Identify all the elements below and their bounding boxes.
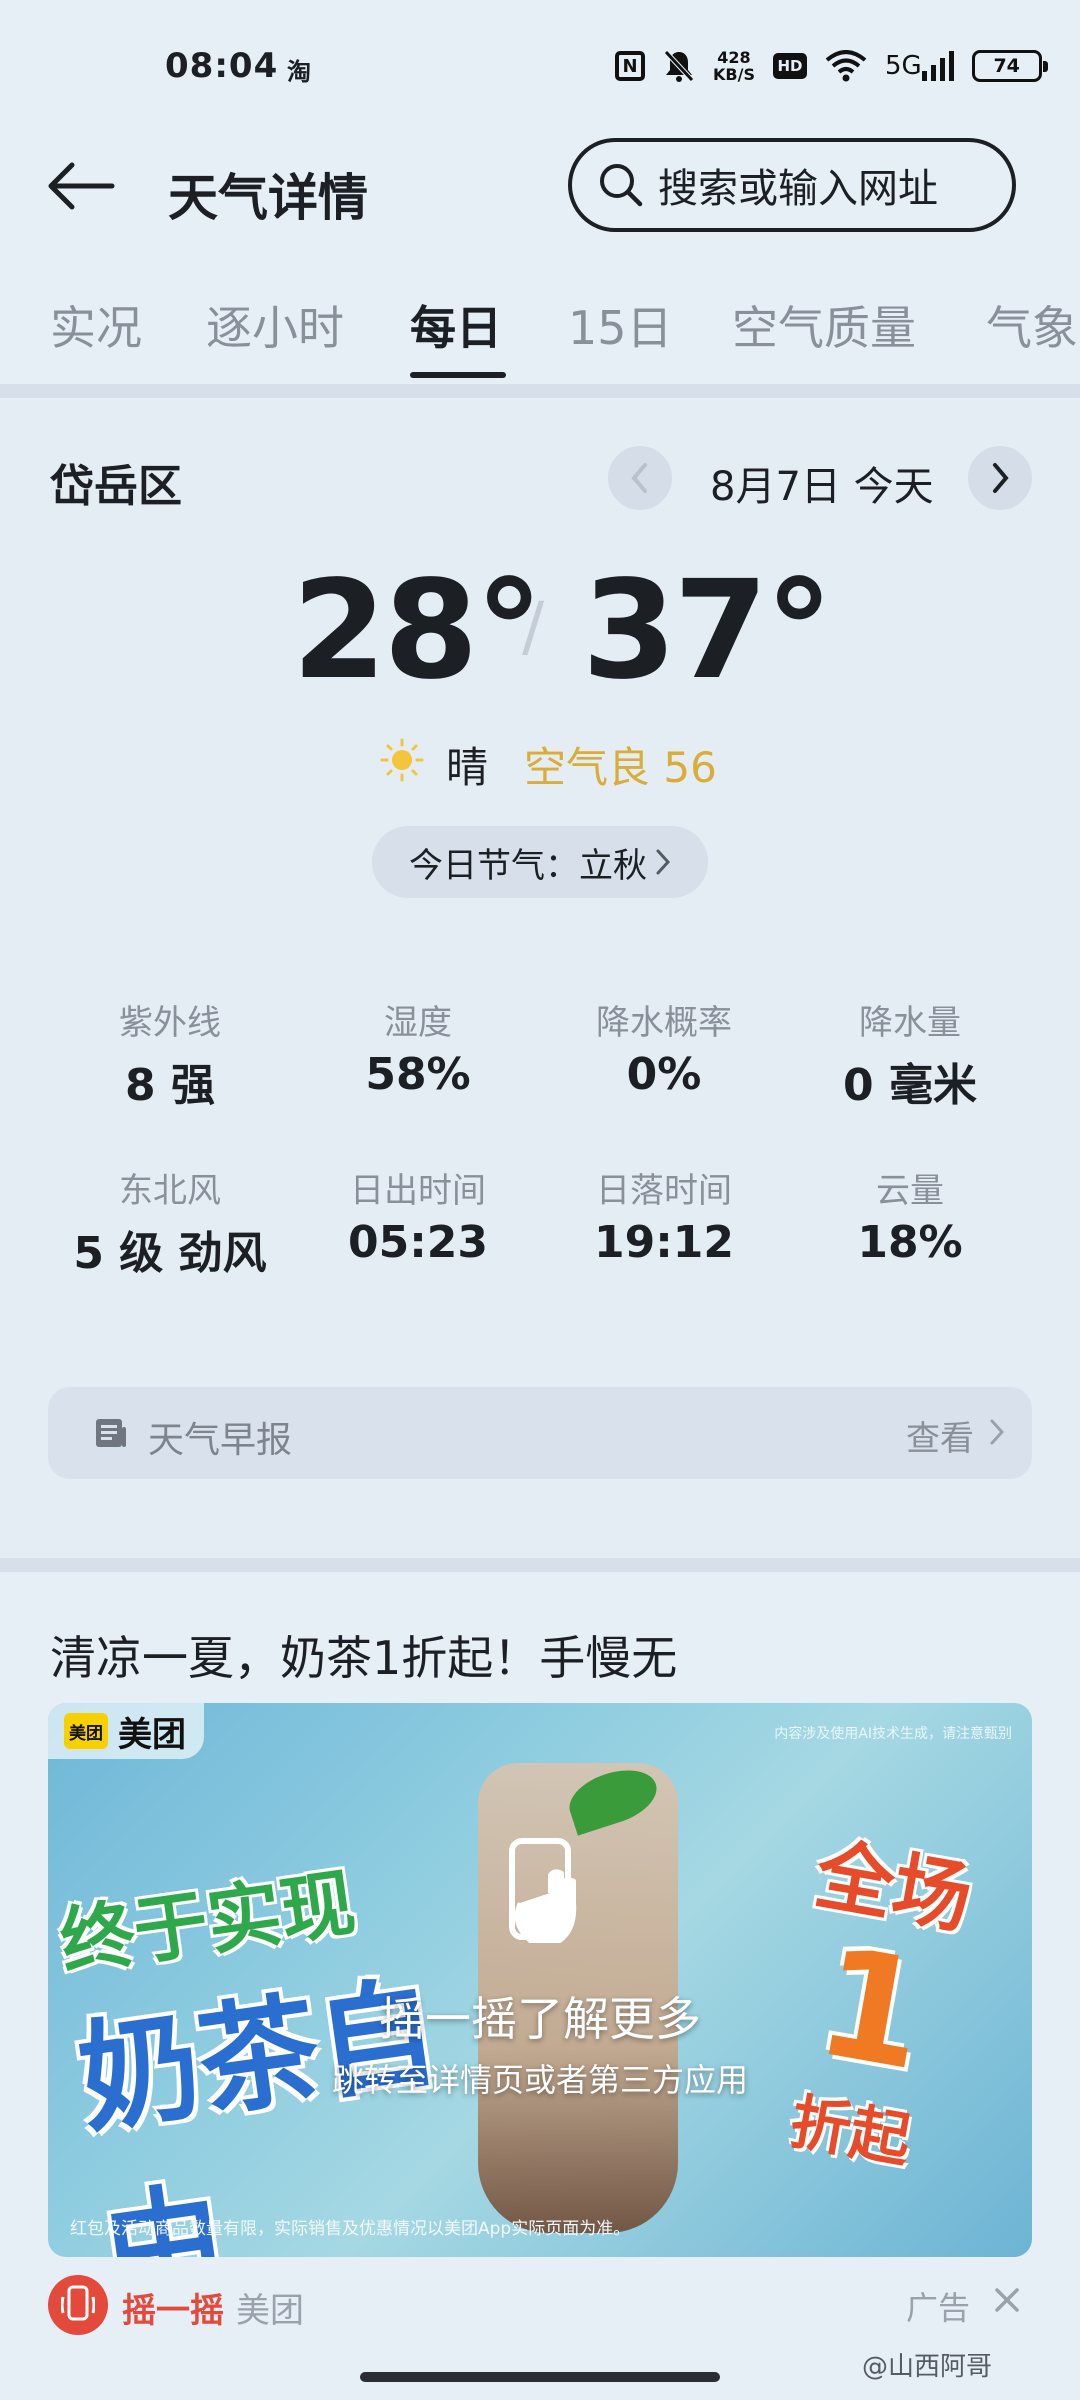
tab-air-quality[interactable]: 空气质量 [732,292,916,358]
status-time: 08:04 [165,46,279,86]
temp-separator: / [522,588,545,665]
temp-high: 37° [582,552,833,710]
metric-label: 紫外线 [119,1003,221,1043]
active-tab-indicator [410,372,506,378]
battery-level: 74 [993,55,1020,77]
tab-live[interactable]: 实况 [50,292,142,358]
back-button[interactable] [46,150,126,222]
metric-value: 19:12 [593,1217,735,1268]
signal-icon: 5G [885,51,954,81]
status-icons: N 428 KB/S HD 5G 74 [615,44,1048,88]
network-type: 5G [884,51,922,81]
newspaper-icon [96,1419,126,1447]
shake-action-label[interactable]: 摇一摇 [122,2283,224,2332]
tab-daily[interactable]: 每日 [410,292,502,358]
solar-term-label: 今日节气：立秋 [409,845,647,886]
status-bar: 08:04 淘 N 428 KB/S HD 5G 74 [0,0,1080,130]
watermark: @山西阿哥 [862,2352,993,2382]
metric-value: 0% [626,1049,702,1100]
metric-label: 云量 [876,1171,944,1211]
ad-source: 美团 [236,2291,304,2331]
metric-uv: 紫外线 8 强 [50,995,290,1113]
search-input[interactable]: 搜索或输入网址 [568,138,1016,232]
metric-sunrise: 日出时间 05:23 [298,1163,538,1268]
shake-phone-icon [509,1838,577,1943]
metric-precipitation: 降水量 0 毫米 [790,995,1030,1113]
chevron-right-icon [990,1419,1005,1445]
tab-bar: 实况 逐小时 每日 15日 空气质量 气象 [0,292,1080,384]
air-quality-link[interactable]: 空气良 56 [524,734,717,795]
net-speed-unit: KB/S [713,65,755,84]
metric-label: 降水概率 [596,1003,732,1043]
tab-hourly[interactable]: 逐小时 [206,292,344,358]
home-gesture-bar[interactable] [360,2372,720,2382]
metric-label: 东北风 [119,1171,221,1211]
weather-report-bar[interactable]: 天气早报 查看 [48,1387,1032,1479]
view-report-link[interactable]: 查看 [906,1411,974,1460]
chevron-right-icon [656,849,671,875]
brand-name: 美团 [118,1714,186,1755]
chevron-right-icon [993,463,1009,493]
date-label: 8月7日 今天 [710,464,934,510]
chevron-left-icon [631,463,647,493]
metric-value: 58% [365,1049,471,1100]
ai-content-note: 内容涉及使用AI技术生成，请注意甄别 [774,1726,1012,1742]
ad-footer: 摇一摇 美团 广告 [48,2275,1032,2339]
search-placeholder: 搜索或输入网址 [658,166,938,212]
location-name: 岱岳区 [50,461,182,512]
wifi-icon [825,50,867,82]
weather-report-label: 天气早报 [148,1420,293,1461]
metric-label: 日落时间 [596,1171,732,1211]
weather-condition: 晴 [446,743,489,792]
ad-brand-tag: 美团 美团 [48,1703,204,1759]
mute-bell-icon [663,49,695,83]
tab-15-day[interactable]: 15日 [568,292,673,358]
hd-icon: HD [772,53,807,79]
metric-cloud-cover: 云量 18% [790,1163,1030,1268]
metric-value: 05:23 [347,1217,489,1268]
nfc-icon: N [615,51,645,81]
tab-meteorology[interactable]: 气象 [986,292,1078,358]
previous-day-button[interactable] [608,446,672,510]
shake-badge-icon [48,2275,108,2335]
back-arrow-icon [48,162,115,210]
shake-prompt: 摇一摇了解更多 [379,1992,701,2046]
search-icon [600,164,643,207]
ad-banner[interactable]: 终于实现 奶茶自由 全场 1 折起 美团 美团 内容涉及使用AI技术生成，请注意… [48,1703,1032,2257]
metric-value: 8 强 [125,1060,215,1111]
net-speed-value: 428 [717,48,751,67]
metric-sunset: 日落时间 19:12 [544,1163,784,1268]
sunny-icon [380,738,424,782]
metric-label: 降水量 [859,1003,961,1043]
shake-subtitle: 跳转至详情页或者第三方应用 [331,2061,748,2099]
temp-low: 28° [292,552,543,710]
metric-label: 湿度 [384,1003,452,1043]
metric-humidity: 湿度 58% [298,995,538,1100]
close-icon[interactable] [992,2285,1022,2315]
net-speed: 428 KB/S [713,49,755,83]
metric-label: 日出时间 [350,1171,486,1211]
battery-icon: 74 [971,50,1048,82]
taobao-notification-icon: 淘 [287,58,311,86]
meituan-logo: 美团 [64,1713,108,1749]
metric-value: 0 毫米 [843,1060,977,1111]
page-title: 天气详情 [168,169,368,227]
section-divider [0,384,1080,398]
condition-row: 晴 空气良 56 [0,730,1080,792]
metric-value: 5 级 劲风 [73,1228,267,1279]
metric-precip-probability: 降水概率 0% [544,995,784,1100]
section-divider [0,1558,1080,1572]
ad-title[interactable]: 清凉一夏，奶茶1折起！手慢无 [50,1622,677,1688]
metric-wind: 东北风 5 级 劲风 [50,1163,290,1281]
solar-term-pill[interactable]: 今日节气：立秋 [372,826,708,898]
ad-label: 广告 [906,2289,971,2327]
next-day-button[interactable] [968,446,1032,510]
ad-disclaimer: 红包及活动商品数量有限，实际销售及优惠情况以美团App实际页面为准。 [70,2219,631,2239]
metric-value: 18% [857,1217,963,1268]
